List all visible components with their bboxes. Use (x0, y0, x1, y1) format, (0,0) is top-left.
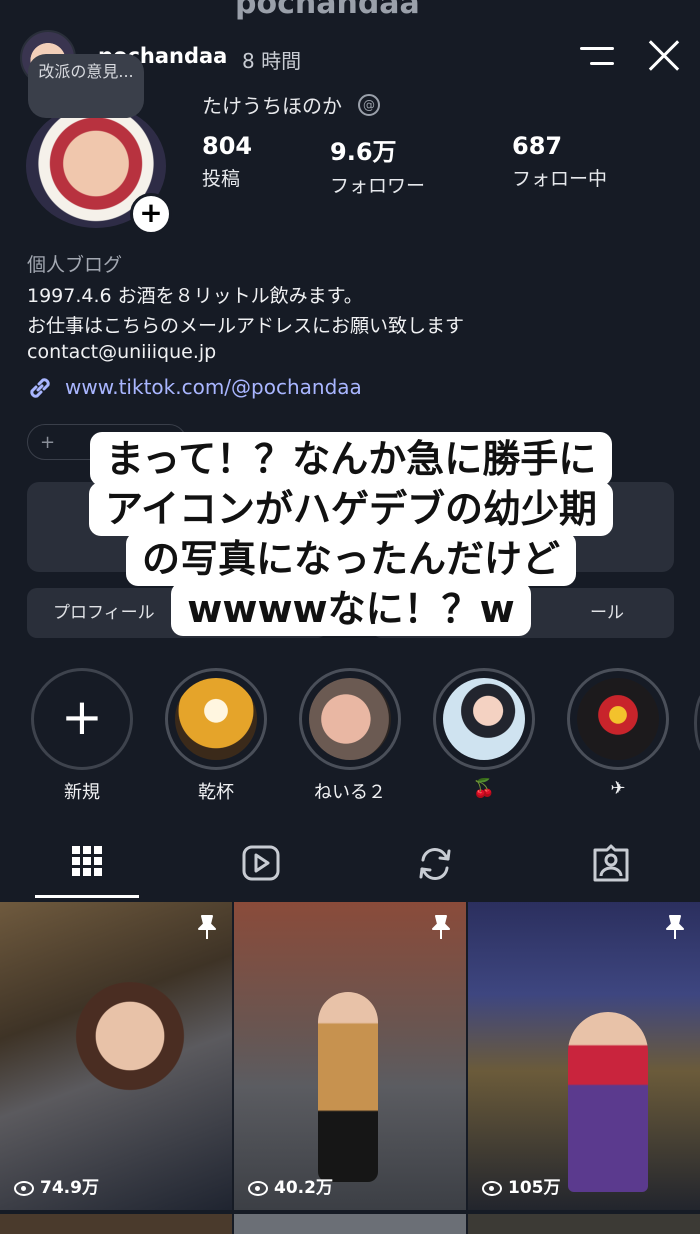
highlight-nails[interactable]: ねいる２ (298, 668, 402, 804)
sign-photo (577, 678, 659, 760)
highlight-label: 乾杯 (198, 782, 234, 803)
add-story-icon[interactable]: + (130, 193, 172, 235)
stat-following[interactable]: 687 フォロー中 (512, 132, 607, 191)
caption-line: アイコンがハゲデブの幼少期 (88, 482, 614, 536)
close-icon[interactable] (646, 38, 682, 74)
post-thumbnail[interactable]: 40.2万 (234, 902, 466, 1210)
highlight-label: ✈ (610, 778, 626, 799)
eye-icon (14, 1180, 34, 1196)
highlight-label: ねいる２ (314, 782, 386, 803)
post-thumbnail[interactable] (468, 1214, 700, 1234)
stat-followers[interactable]: 9.6万 フォロワー (330, 132, 425, 198)
link-icon (30, 378, 50, 398)
eye-icon (248, 1180, 268, 1196)
view-count: 74.9万 (14, 1173, 99, 1198)
caption-line: まって！？なんか急に勝手に (89, 432, 613, 486)
highlight-cherry[interactable]: 🍒 (432, 668, 536, 799)
link-url: www.tiktok.com/@pochandaa (65, 375, 362, 399)
note-bubble[interactable]: 改派の意見... (28, 54, 144, 118)
grid-icon (72, 846, 102, 876)
highlight-label: 新規 (64, 782, 100, 803)
story-time: 8 時間 (242, 49, 302, 73)
active-tab-indicator (35, 895, 139, 898)
view-count-value: 40.2万 (274, 1178, 333, 1198)
view-count-value: 74.9万 (40, 1178, 99, 1198)
view-count: 105万 (482, 1173, 561, 1198)
view-count-value: 105万 (508, 1178, 561, 1198)
reels-icon (242, 845, 280, 881)
highlight-more[interactable] (694, 690, 700, 756)
post-thumbnail[interactable]: 74.9万 (0, 902, 232, 1210)
plus-icon: + (61, 688, 103, 746)
stat-followers-label: フォロワー (330, 175, 426, 197)
bio-line: 1997.4.6 お酒を８リットル飲みます。 (27, 285, 363, 307)
post-thumbnail[interactable] (0, 1214, 232, 1234)
highlight-new[interactable]: + 新規 (30, 668, 134, 804)
caption-line: wwwwなに！？w (171, 582, 531, 636)
highlight-label: 🍒 (472, 778, 496, 799)
threads-badge-icon[interactable]: @ (358, 94, 380, 116)
tab-tagged[interactable] (559, 838, 663, 900)
stat-followers-value: 9.6万 (330, 138, 397, 166)
pin-icon (666, 915, 684, 939)
view-count: 40.2万 (248, 1173, 333, 1198)
display-name: たけうちほのか (202, 94, 342, 118)
repost-icon (419, 848, 451, 880)
bio-category: 個人ブログ (27, 254, 123, 276)
pin-icon (432, 915, 450, 939)
post-thumbnail[interactable] (234, 1214, 466, 1234)
tab-reels[interactable] (209, 838, 313, 900)
profile-tabs (0, 838, 700, 900)
eye-icon (482, 1180, 502, 1196)
pin-icon (198, 915, 216, 939)
stat-posts-value: 804 (202, 132, 253, 160)
post-thumbnail[interactable]: 105万 (468, 902, 700, 1210)
highlight-travel[interactable]: ✈ (566, 668, 670, 799)
bio-line: お仕事はこちらのメールアドレスにお願い致します (27, 315, 465, 337)
caption-line: の写真になったんだけど (125, 532, 576, 586)
stat-posts-label: 投稿 (202, 168, 241, 190)
tab-grid[interactable] (35, 838, 139, 900)
stat-following-label: フォロー中 (512, 168, 608, 190)
menu-icon[interactable] (576, 45, 614, 67)
tab-reposts[interactable] (383, 838, 487, 900)
bio-email[interactable]: contact@uniiique.jp (27, 341, 216, 363)
top-bar-ghost: pochandaa (0, 0, 700, 26)
selfie-photo (443, 678, 525, 760)
nails-photo (309, 678, 391, 760)
ghost-username: pochandaa (235, 0, 420, 21)
stat-following-value: 687 (512, 132, 563, 160)
stat-posts[interactable]: 804 投稿 (202, 132, 252, 191)
highlight-kanpai[interactable]: 乾杯 (164, 668, 268, 804)
overlay-caption: まって！？なんか急に勝手に アイコンがハゲデブの幼少期 の写真になったんだけど … (52, 432, 650, 636)
beer-photo (175, 678, 257, 760)
tagged-icon (593, 844, 629, 882)
